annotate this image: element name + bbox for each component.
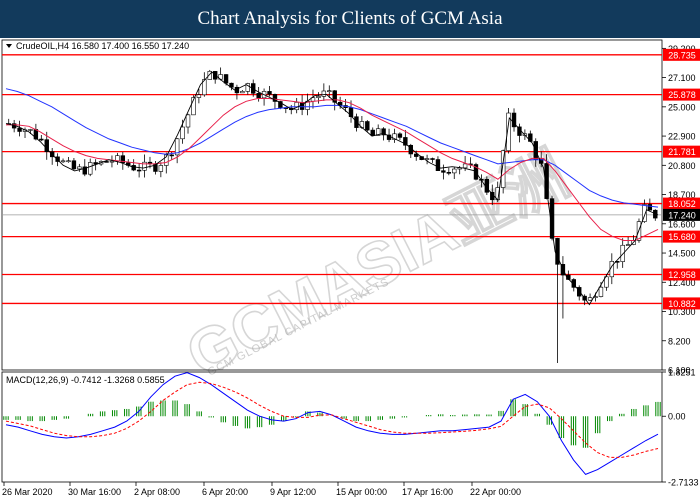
level-label: 28.735: [668, 50, 696, 60]
candle-up: [60, 160, 66, 163]
candle-up: [598, 286, 604, 297]
candle-down: [647, 204, 653, 211]
watermark: GCMASIA亚洲GCM GLOBAL CAPITAL MARKETS: [175, 139, 579, 391]
signal-line: [5, 381, 659, 458]
candle-down: [365, 121, 370, 131]
candle-down: [71, 160, 77, 170]
candle-down: [435, 159, 441, 171]
candle-down: [39, 138, 44, 141]
candle-down: [223, 74, 229, 84]
candle-down: [256, 93, 261, 99]
level-label: 12.958: [668, 270, 696, 280]
candle-up: [28, 129, 33, 131]
level-label: 15.680: [668, 232, 696, 242]
macd-y-tick-label: 0.00: [668, 412, 686, 422]
candle-up: [316, 96, 321, 98]
x-tick-label: 15 Apr 00:00: [336, 487, 387, 497]
x-axis: 26 Mar 2020 30 Mar 16:00 2 Apr 08:00 6 Apr …: [2, 482, 521, 497]
y-tick-label: 20.800: [668, 161, 696, 171]
candle-up: [625, 244, 631, 246]
candle-up: [327, 90, 332, 93]
macd-line: [5, 372, 659, 475]
x-tick-label: 6 Apr 20:00: [202, 487, 248, 497]
y-tick-label: 22.900: [668, 132, 696, 142]
symbol-header: CrudeOIL,H4 16.580 17.400 16.550 17.240: [16, 41, 189, 51]
y-tick-label: 14.500: [668, 249, 696, 259]
candle-up: [462, 163, 468, 169]
candle-up: [196, 94, 202, 98]
candle-down: [136, 169, 142, 172]
price-panel: 29.20027.10025.00022.90020.80018.70016.6…: [1, 39, 700, 376]
x-tick-label: 30 Mar 16:00: [68, 487, 121, 497]
x-tick-label: 26 Mar 2020: [2, 487, 53, 497]
x-tick-label: 9 Apr 12:00: [270, 487, 316, 497]
candle-down: [299, 102, 305, 110]
candle-down: [169, 154, 174, 157]
candle-down: [430, 158, 435, 160]
x-tick-label: 2 Apr 08:00: [134, 487, 180, 497]
level-label: 21.781: [668, 147, 696, 157]
macd-y-tick-label: -2.7133: [668, 478, 699, 488]
candle-down: [370, 129, 375, 136]
candle-up: [185, 114, 191, 128]
candle-up: [452, 168, 457, 174]
dropdown-icon: [6, 44, 12, 48]
candle-up: [294, 102, 299, 111]
candle-down: [441, 170, 446, 173]
y-tick-label: 8.200: [668, 336, 691, 346]
y-tick-label: 25.000: [668, 102, 696, 112]
candle-up: [180, 126, 185, 140]
candle-up: [77, 166, 82, 170]
x-tick-label: 17 Apr 16:00: [402, 487, 453, 497]
macd-panel: 1.8251 0.00 -2.7133 MACD(12,26,9) -0.7412 -…: [1, 368, 699, 488]
macd-header: MACD(12,26,9) -0.7412 -1.3268 0.5855: [6, 375, 165, 385]
candle-up: [321, 90, 327, 97]
macd-y-tick-label: 1.8251: [668, 368, 696, 378]
x-tick-label: 22 Apr 00:00: [470, 487, 521, 497]
candle-down: [104, 161, 109, 163]
current-price-label: 17.240: [668, 210, 696, 220]
candle-down: [267, 91, 272, 95]
candle-up: [66, 160, 71, 163]
candle-up: [88, 162, 93, 175]
candle-up: [158, 165, 164, 172]
level-label: 25.878: [668, 90, 696, 100]
candle-up: [620, 244, 625, 262]
candle-up: [240, 91, 245, 94]
candle-down: [131, 165, 136, 171]
level-label: 18.052: [668, 199, 696, 209]
chart-area: GCMASIA亚洲GCM GLOBAL CAPITAL MARKETS 29.2…: [1, 39, 700, 497]
candle-up: [109, 160, 115, 163]
candle-down: [446, 172, 452, 174]
macd-panel-frame: [1, 371, 663, 483]
candle-down: [397, 133, 403, 138]
candle-down: [17, 127, 22, 132]
level-label: 10.882: [668, 299, 696, 309]
candle-up: [587, 297, 593, 301]
y-tick-label: 27.100: [668, 73, 696, 83]
